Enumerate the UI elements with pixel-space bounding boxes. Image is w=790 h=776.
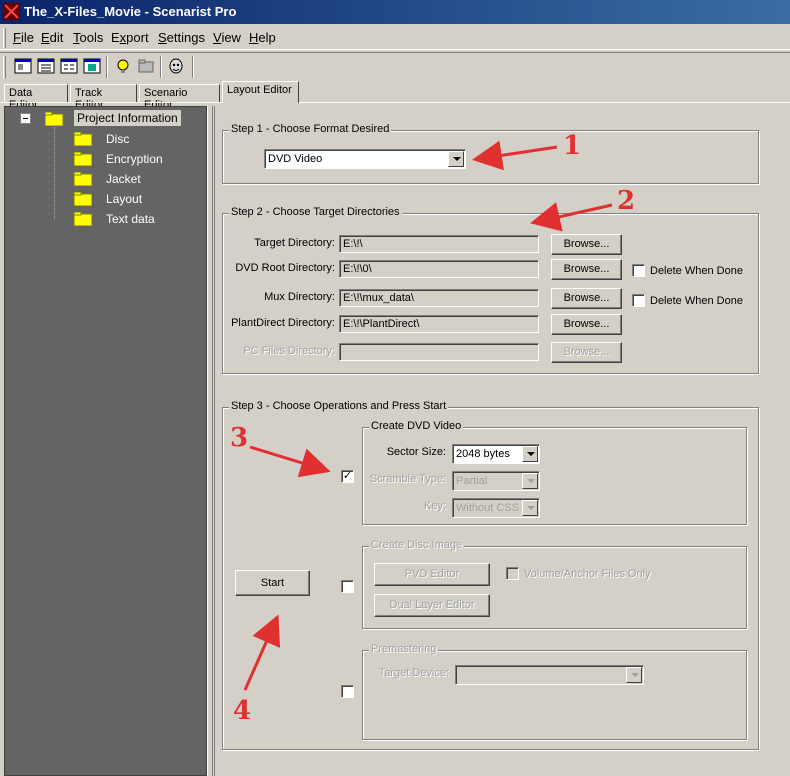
annotation-2: 2 bbox=[617, 186, 636, 216]
arrow-1 bbox=[472, 140, 558, 171]
tab-layout-editor[interactable]: Layout Editor bbox=[222, 81, 299, 103]
arrow-2 bbox=[530, 202, 613, 232]
arrow-4 bbox=[243, 614, 280, 691]
annotation-4: 4 bbox=[233, 696, 252, 726]
annotation-arrows bbox=[243, 140, 613, 691]
annotation-1: 1 bbox=[563, 131, 582, 161]
annotation-3: 3 bbox=[230, 423, 249, 453]
arrow-3 bbox=[249, 445, 331, 478]
